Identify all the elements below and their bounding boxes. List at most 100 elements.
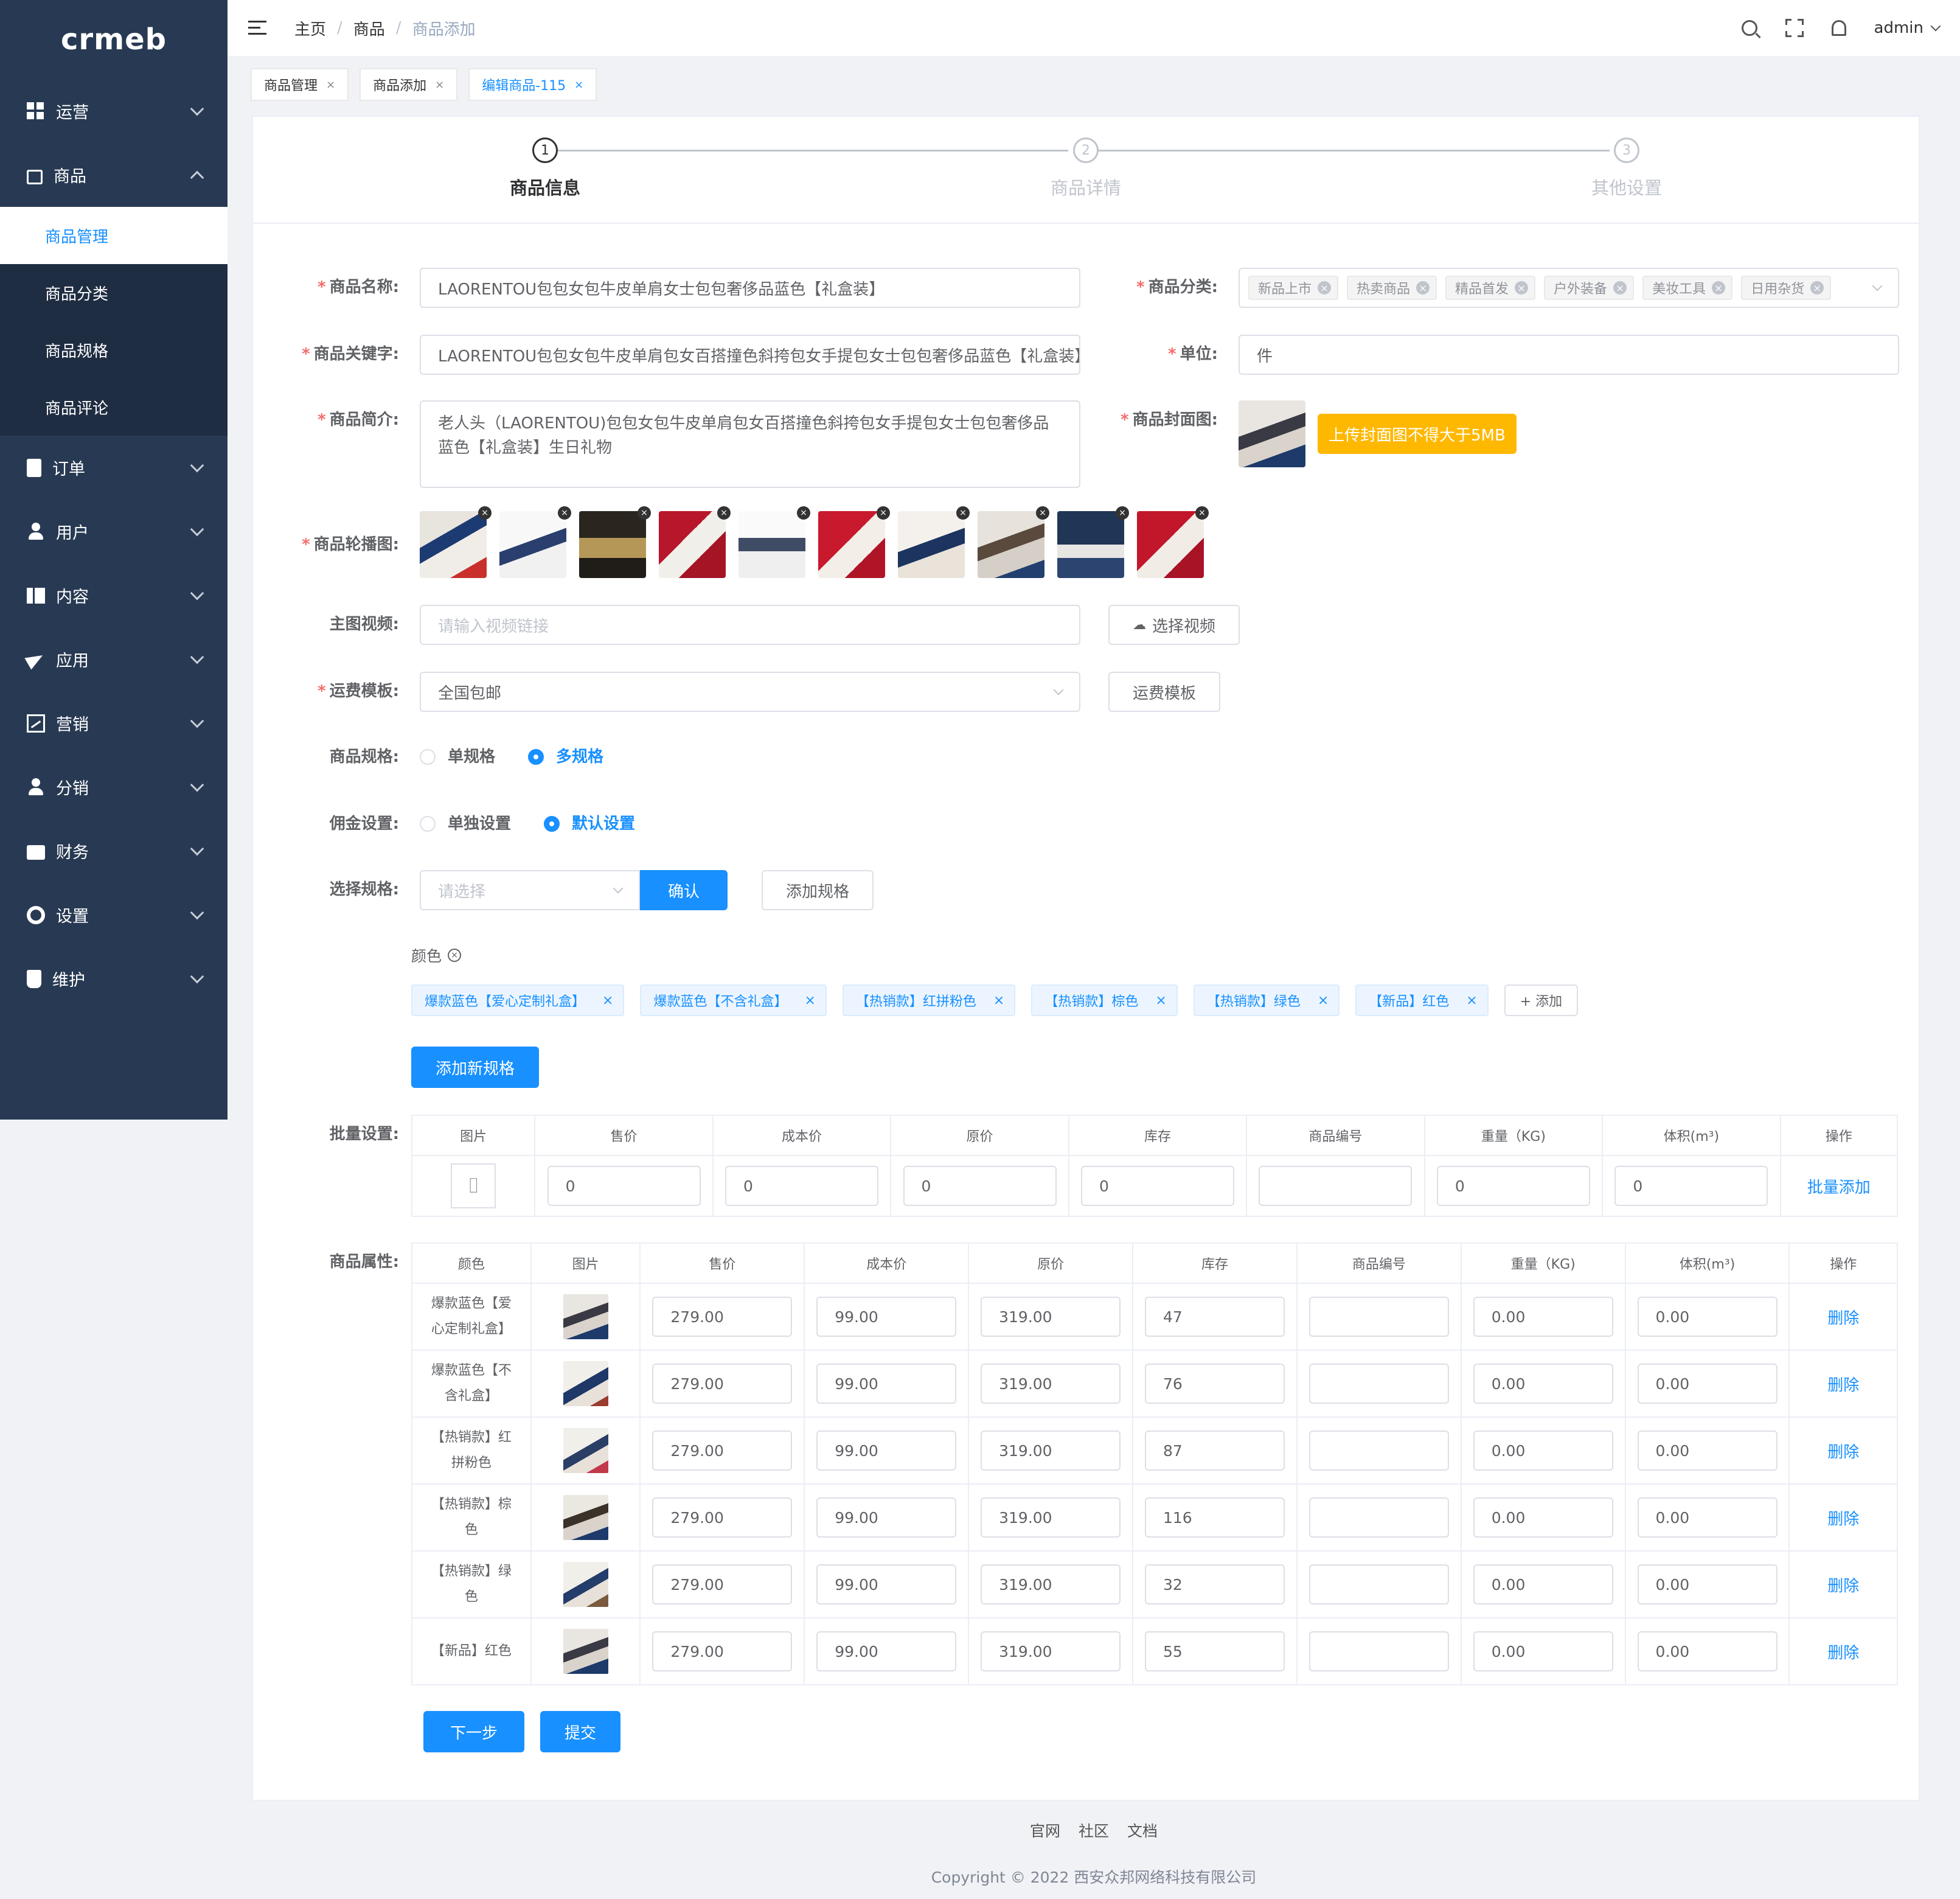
variant-code-input[interactable] bbox=[1308, 1297, 1449, 1337]
batch-cost-input[interactable]: 0 bbox=[725, 1166, 879, 1206]
sidebar-item-maintenance[interactable]: 维护 bbox=[0, 947, 228, 1011]
variant-cost-input[interactable]: 99.00 bbox=[816, 1297, 957, 1337]
cover-image[interactable] bbox=[1239, 400, 1305, 467]
sidebar-item-finance[interactable]: 财务 bbox=[0, 819, 228, 883]
camera-icon[interactable]: ⌷ bbox=[451, 1163, 496, 1208]
remove-spec-group-icon[interactable]: × bbox=[448, 949, 462, 962]
bell-icon[interactable] bbox=[1831, 20, 1846, 36]
variant-original-price-input[interactable]: 319.00 bbox=[981, 1364, 1121, 1404]
variant-weight-input[interactable]: 0.00 bbox=[1473, 1631, 1613, 1671]
variant-cost-input[interactable]: 99.00 bbox=[816, 1564, 957, 1605]
close-icon[interactable]: × bbox=[435, 78, 444, 91]
close-icon[interactable]: × bbox=[1155, 993, 1166, 1008]
carousel-image[interactable]: × bbox=[738, 506, 810, 578]
choose-spec-select[interactable]: 请选择 bbox=[420, 870, 640, 910]
close-icon[interactable]: × bbox=[993, 993, 1004, 1008]
close-icon[interactable]: × bbox=[1466, 993, 1477, 1008]
variant-volume-input[interactable]: 0.00 bbox=[1637, 1297, 1778, 1337]
step-product-detail[interactable]: 2 商品详情 bbox=[995, 138, 1177, 200]
variant-price-input[interactable]: 279.00 bbox=[652, 1297, 793, 1337]
variant-cost-input[interactable]: 99.00 bbox=[816, 1497, 957, 1538]
sidebar-subitem-product-spec[interactable]: 商品规格 bbox=[0, 321, 228, 378]
product-category-select[interactable]: 新品上市 × 热卖商品 × 精品首发 × 户外装备 × 美妆工具 × 日用杂货 × bbox=[1239, 268, 1899, 308]
sidebar-item-distribution[interactable]: 分销 bbox=[0, 755, 228, 819]
delete-variant-link[interactable]: 删除 bbox=[1827, 1309, 1859, 1328]
breadcrumb-home[interactable]: 主页 bbox=[294, 17, 326, 40]
close-icon[interactable]: × bbox=[804, 993, 815, 1008]
variant-code-input[interactable] bbox=[1308, 1564, 1449, 1605]
select-video-button[interactable]: ☁ 选择视频 bbox=[1108, 605, 1240, 645]
delete-variant-link[interactable]: 删除 bbox=[1827, 1443, 1859, 1462]
delete-variant-link[interactable]: 删除 bbox=[1827, 1644, 1859, 1662]
product-keyword-input[interactable]: LAORENTOU包包女包牛皮单肩包女百搭撞色斜挎包女手提包女士包包奢侈品蓝色【… bbox=[420, 335, 1080, 375]
submit-button[interactable]: 提交 bbox=[540, 1711, 621, 1752]
tab-product-add[interactable]: 商品添加 × bbox=[360, 68, 458, 101]
variant-stock-input[interactable]: 47 bbox=[1144, 1297, 1285, 1337]
variant-price-input[interactable]: 279.00 bbox=[652, 1631, 793, 1671]
fullscreen-icon[interactable] bbox=[1785, 19, 1804, 37]
close-icon[interactable]: × bbox=[326, 78, 335, 91]
unit-input[interactable]: 件 bbox=[1239, 335, 1899, 375]
close-icon[interactable]: × bbox=[717, 506, 731, 520]
close-icon[interactable]: × bbox=[956, 506, 970, 520]
close-icon[interactable]: × bbox=[877, 506, 890, 520]
variant-volume-input[interactable]: 0.00 bbox=[1637, 1564, 1778, 1605]
close-icon[interactable]: × bbox=[574, 78, 583, 91]
batch-price-input[interactable]: 0 bbox=[547, 1166, 701, 1206]
tab-product-manage[interactable]: 商品管理 × bbox=[251, 68, 349, 101]
delete-variant-link[interactable]: 删除 bbox=[1827, 1510, 1859, 1528]
variant-weight-input[interactable]: 0.00 bbox=[1473, 1497, 1613, 1538]
variant-stock-input[interactable]: 87 bbox=[1144, 1430, 1285, 1471]
variant-code-input[interactable] bbox=[1308, 1497, 1449, 1538]
variant-stock-input[interactable]: 32 bbox=[1144, 1564, 1285, 1605]
delete-variant-link[interactable]: 删除 bbox=[1827, 1577, 1859, 1595]
sidebar-item-apps[interactable]: 应用 bbox=[0, 627, 228, 691]
variant-cost-input[interactable]: 99.00 bbox=[816, 1631, 957, 1671]
radio-single-spec[interactable]: 单规格 bbox=[420, 737, 495, 776]
close-icon[interactable]: × bbox=[1712, 281, 1726, 294]
step-other-settings[interactable]: 3 其他设置 bbox=[1535, 138, 1718, 200]
menu-toggle-icon[interactable] bbox=[248, 21, 266, 35]
variant-original-price-input[interactable]: 319.00 bbox=[981, 1430, 1121, 1471]
batch-stock-input[interactable]: 0 bbox=[1080, 1166, 1234, 1206]
variant-original-price-input[interactable]: 319.00 bbox=[981, 1564, 1121, 1605]
close-icon[interactable]: × bbox=[478, 506, 492, 520]
variant-code-input[interactable] bbox=[1308, 1364, 1449, 1404]
close-icon[interactable]: × bbox=[558, 506, 571, 520]
delete-variant-link[interactable]: 删除 bbox=[1827, 1376, 1859, 1395]
add-spec-button[interactable]: 添加规格 bbox=[762, 870, 874, 910]
upload-cover-button[interactable]: 上传封面图不得大于5MB bbox=[1318, 414, 1517, 454]
radio-custom-commission[interactable]: 单独设置 bbox=[420, 804, 511, 843]
variant-stock-input[interactable]: 55 bbox=[1144, 1631, 1285, 1671]
radio-default-commission[interactable]: 默认设置 bbox=[544, 804, 635, 843]
close-icon[interactable]: × bbox=[1036, 506, 1049, 520]
close-icon[interactable]: × bbox=[602, 993, 613, 1008]
variant-code-input[interactable] bbox=[1308, 1430, 1449, 1471]
confirm-spec-button[interactable]: 确认 bbox=[640, 870, 728, 910]
sidebar-item-users[interactable]: 用户 bbox=[0, 500, 228, 563]
sidebar-item-orders[interactable]: 订单 bbox=[0, 436, 228, 500]
carousel-image[interactable]: × bbox=[1137, 506, 1209, 578]
carousel-image[interactable]: × bbox=[818, 506, 890, 578]
tab-edit-product[interactable]: 编辑商品-115 × bbox=[468, 68, 597, 101]
variant-weight-input[interactable]: 0.00 bbox=[1473, 1364, 1613, 1404]
carousel-image[interactable]: × bbox=[579, 506, 651, 578]
variant-code-input[interactable] bbox=[1308, 1631, 1449, 1671]
variant-price-input[interactable]: 279.00 bbox=[652, 1497, 793, 1538]
carousel-image[interactable]: × bbox=[898, 506, 970, 578]
carousel-image[interactable]: × bbox=[499, 506, 571, 578]
variant-image[interactable] bbox=[563, 1294, 608, 1339]
product-intro-textarea[interactable]: 老人头（LAORENTOU)包包女包牛皮单肩包女百搭撞色斜挎包女手提包女士包包奢… bbox=[420, 400, 1080, 488]
search-icon[interactable] bbox=[1741, 20, 1757, 36]
batch-weight-input[interactable]: 0 bbox=[1436, 1166, 1590, 1206]
batch-original-price-input[interactable]: 0 bbox=[903, 1166, 1057, 1206]
variant-stock-input[interactable]: 116 bbox=[1144, 1497, 1285, 1538]
carousel-image[interactable]: × bbox=[420, 506, 492, 578]
shipping-template-select[interactable]: 全国包邮 bbox=[420, 672, 1080, 712]
close-icon[interactable]: × bbox=[1810, 281, 1824, 294]
variant-price-input[interactable]: 279.00 bbox=[652, 1564, 793, 1605]
step-product-info[interactable]: 1 商品信息 bbox=[454, 138, 636, 200]
video-url-input[interactable]: 请输入视频链接 bbox=[420, 605, 1080, 645]
sidebar-item-content[interactable]: 内容 bbox=[0, 563, 228, 627]
shipping-template-button[interactable]: 运费模板 bbox=[1108, 672, 1221, 712]
